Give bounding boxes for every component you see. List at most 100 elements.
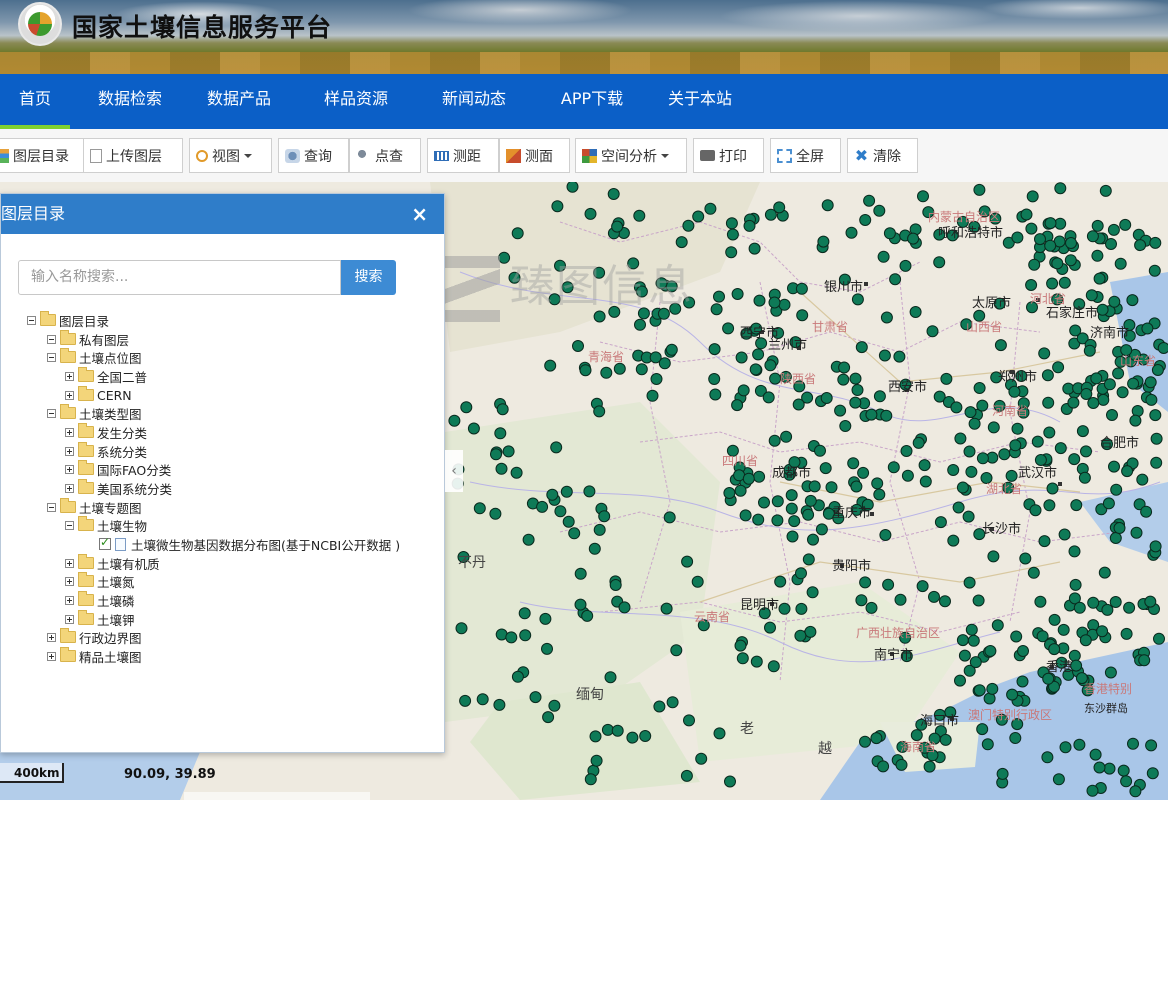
measure-distance-button[interactable]: 测距: [427, 138, 499, 173]
sample-point[interactable]: [895, 758, 908, 771]
sample-point[interactable]: [1108, 460, 1120, 473]
tree-node-microbe[interactable]: 土壤微生物基因数据分布图(基于NCBI公开数据 ): [99, 535, 400, 553]
sample-point[interactable]: [847, 457, 860, 470]
sample-point[interactable]: [1059, 741, 1072, 754]
sample-point[interactable]: [859, 214, 872, 226]
sample-point[interactable]: [709, 388, 722, 401]
sample-point[interactable]: [448, 414, 461, 427]
sample-point[interactable]: [871, 477, 884, 490]
print-button[interactable]: 打印: [693, 138, 764, 173]
sample-point[interactable]: [968, 417, 981, 430]
sample-point[interactable]: [1145, 393, 1158, 406]
sample-point[interactable]: [572, 340, 584, 352]
sample-point[interactable]: [817, 235, 830, 248]
sample-point[interactable]: [713, 727, 726, 740]
sample-point[interactable]: [1054, 442, 1067, 455]
sample-point[interactable]: [692, 210, 705, 223]
sample-point[interactable]: [958, 649, 971, 662]
expand-icon[interactable]: [65, 464, 74, 474]
nav-data-products[interactable]: 数据产品: [190, 74, 288, 129]
sample-point[interactable]: [1096, 625, 1109, 638]
sample-point[interactable]: [1138, 654, 1151, 667]
sample-point[interactable]: [928, 590, 940, 603]
sample-point[interactable]: [855, 341, 868, 354]
sample-point[interactable]: [1038, 535, 1051, 548]
sample-point[interactable]: [554, 505, 567, 518]
sample-point[interactable]: [750, 655, 763, 668]
layer-search-button[interactable]: 搜索: [341, 260, 396, 295]
sample-point[interactable]: [1052, 773, 1065, 786]
sample-point[interactable]: [749, 363, 762, 376]
sample-point[interactable]: [923, 760, 936, 773]
sample-point[interactable]: [873, 488, 886, 501]
sample-point[interactable]: [1067, 396, 1080, 409]
nav-home[interactable]: 首页: [0, 74, 70, 129]
sample-point[interactable]: [1099, 184, 1112, 197]
expand-icon[interactable]: [65, 446, 74, 456]
point-query-button[interactable]: 点查: [349, 138, 421, 173]
sample-point[interactable]: [1068, 453, 1081, 466]
sample-point[interactable]: [1105, 238, 1117, 250]
tree-node-survey2[interactable]: 全国二普: [65, 367, 147, 385]
sample-point[interactable]: [1150, 432, 1163, 445]
sample-point[interactable]: [987, 421, 1000, 434]
sample-point[interactable]: [1153, 632, 1165, 645]
sample-point[interactable]: [588, 542, 601, 555]
sample-point[interactable]: [889, 273, 902, 286]
sample-point[interactable]: [851, 384, 864, 396]
sample-point[interactable]: [1150, 456, 1163, 469]
sample-point[interactable]: [522, 533, 535, 546]
sample-point[interactable]: [735, 351, 748, 364]
sample-point[interactable]: [1079, 634, 1092, 647]
sample-point[interactable]: [1080, 445, 1092, 458]
sample-point[interactable]: [901, 469, 914, 482]
sample-point[interactable]: [996, 767, 1009, 780]
tree-node-nitrogen[interactable]: 土壤氮: [65, 572, 135, 590]
sample-point[interactable]: [665, 343, 678, 356]
sample-point[interactable]: [1017, 645, 1029, 657]
sample-point[interactable]: [579, 364, 592, 377]
sample-point[interactable]: [1034, 595, 1047, 608]
sample-point[interactable]: [940, 372, 953, 385]
sample-point[interactable]: [1093, 272, 1106, 285]
sample-point[interactable]: [1058, 528, 1071, 541]
sample-point[interactable]: [954, 432, 967, 445]
sample-point[interactable]: [753, 470, 766, 483]
sample-point[interactable]: [1058, 276, 1071, 289]
sample-point[interactable]: [493, 698, 506, 711]
sample-point[interactable]: [1091, 249, 1104, 262]
sample-point[interactable]: [796, 309, 809, 322]
sample-point[interactable]: [850, 480, 863, 493]
sample-point[interactable]: [743, 219, 756, 232]
sample-point[interactable]: [566, 182, 579, 193]
sample-point[interactable]: [708, 343, 721, 356]
sample-point[interactable]: [768, 296, 781, 309]
sample-point[interactable]: [918, 459, 931, 472]
sample-point[interactable]: [518, 607, 531, 620]
sample-point[interactable]: [815, 523, 828, 536]
sample-point[interactable]: [1028, 258, 1041, 271]
sample-point[interactable]: [459, 694, 472, 707]
sample-point[interactable]: [785, 502, 798, 515]
tree-node-cern[interactable]: CERN: [65, 386, 132, 404]
sample-point[interactable]: [1096, 303, 1109, 316]
sample-point[interactable]: [780, 430, 793, 443]
sample-point[interactable]: [1102, 497, 1115, 510]
sample-point[interactable]: [536, 500, 549, 513]
sample-point[interactable]: [511, 670, 524, 683]
sample-point[interactable]: [1136, 473, 1149, 486]
sample-point[interactable]: [808, 480, 821, 493]
sample-point[interactable]: [1090, 372, 1103, 385]
sample-point[interactable]: [739, 509, 752, 522]
sample-point[interactable]: [1052, 361, 1065, 374]
sample-point[interactable]: [879, 529, 892, 541]
sample-point[interactable]: [494, 427, 507, 440]
sample-point[interactable]: [764, 621, 776, 634]
sample-point[interactable]: [604, 671, 617, 684]
tree-node-fao[interactable]: 国际FAO分类: [65, 460, 171, 478]
sample-point[interactable]: [639, 730, 652, 742]
sample-point[interactable]: [562, 515, 575, 528]
sample-point[interactable]: [574, 567, 587, 580]
site-logo[interactable]: [18, 2, 62, 46]
sample-point[interactable]: [1149, 540, 1162, 553]
